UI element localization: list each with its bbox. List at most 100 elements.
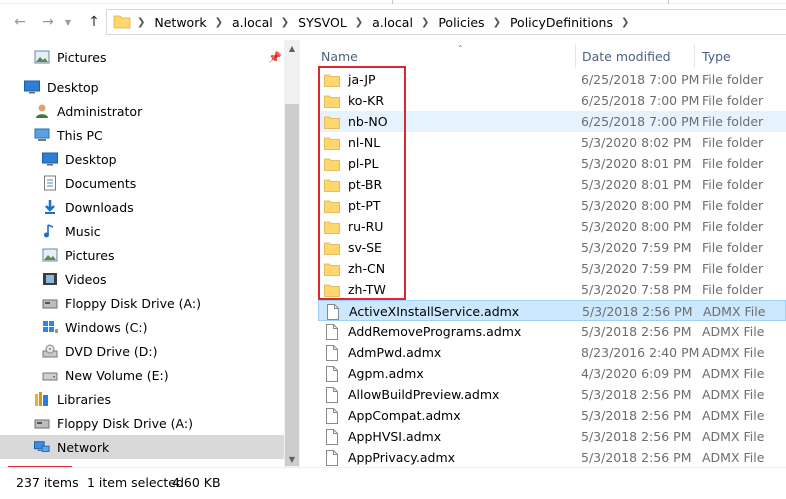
breadcrumb-item[interactable]: PolicyDefinitions — [510, 15, 613, 30]
file-icon — [325, 303, 341, 320]
floppy-icon — [42, 295, 58, 311]
breadcrumb-chevron-icon[interactable]: ❯ — [493, 17, 501, 28]
selection-size: 4.60 KB — [172, 475, 221, 490]
column-header-type[interactable]: Type — [702, 44, 782, 68]
type-cell: File folder — [702, 282, 764, 297]
libraries-icon — [34, 391, 50, 407]
date-modified-cell: 5/3/2020 8:00 PM — [581, 198, 692, 213]
file-name-cell: AdmPwd.admx — [324, 342, 441, 363]
file-icon — [324, 365, 340, 382]
nav-item-windows-c[interactable]: Windows (C:) — [0, 315, 284, 339]
nav-item-label: Videos — [65, 271, 107, 287]
file-icon — [324, 323, 340, 340]
date-modified-cell: 5/3/2018 2:56 PM — [581, 450, 692, 465]
breadcrumb-item[interactable]: SYSVOL — [298, 15, 347, 30]
table-row[interactable]: Agpm.admx 4/3/2020 6:09 PM ADMX File — [318, 363, 786, 384]
file-name-cell: AppHVSI.admx — [324, 426, 441, 447]
breadcrumb-chevron-icon[interactable]: ❯ — [215, 17, 223, 28]
nav-item-desktop[interactable]: Desktop — [0, 147, 284, 171]
file-name-cell: AppCompat.admx — [324, 405, 461, 426]
nav-item-label: Desktop — [65, 151, 117, 167]
breadcrumb-chevron-icon[interactable]: ❯ — [421, 17, 429, 28]
nav-item-libraries[interactable]: Libraries — [0, 387, 284, 411]
nav-item-downloads[interactable]: Downloads — [0, 195, 284, 219]
type-cell: File folder — [702, 219, 764, 234]
scroll-down-arrow-icon[interactable]: ▼ — [284, 451, 300, 467]
type-cell: File folder — [702, 156, 764, 171]
address-bar[interactable]: ❯ Network ❯ a.local ❯ SYSVOL ❯ a.local ❯ Policie… — [106, 9, 786, 35]
nav-item-desktop[interactable]: Desktop — [0, 75, 284, 99]
table-row[interactable]: AllowBuildPreview.admx 5/3/2018 2:56 PM AD… — [318, 384, 786, 405]
column-header-name[interactable]: ⌃ Name — [321, 44, 576, 68]
nav-item-this-pc[interactable]: This PC — [0, 123, 284, 147]
breadcrumb-item[interactable]: Policies — [438, 15, 484, 30]
file-name-cell: AddRemovePrograms.admx — [324, 321, 521, 342]
table-row[interactable]: AdmPwd.admx 8/23/2016 2:40 PM ADMX File — [318, 342, 786, 363]
documents-icon — [42, 175, 58, 191]
date-modified-cell: 5/3/2020 7:58 PM — [581, 282, 692, 297]
nav-item-videos[interactable]: Videos — [0, 267, 284, 291]
folder-icon — [113, 13, 131, 32]
nav-item-label: Documents — [65, 175, 137, 191]
nav-item-music[interactable]: Music — [0, 219, 284, 243]
nav-item-pictures[interactable]: Pictures — [0, 243, 284, 267]
breadcrumb-chevron-icon[interactable]: ❯ — [355, 17, 363, 28]
type-cell: ADMX File — [702, 324, 765, 339]
nav-item-pictures[interactable]: Pictures — [0, 45, 284, 69]
date-modified-cell: 5/3/2020 7:59 PM — [581, 261, 692, 276]
arrow-right-icon: → — [42, 14, 54, 30]
breadcrumb-item[interactable]: a.local — [372, 15, 413, 30]
back-button[interactable]: ← — [10, 12, 30, 32]
column-header-date[interactable]: Date modified — [582, 44, 692, 68]
nav-item-dvd-drive-d[interactable]: DVD Drive (D:) — [0, 339, 284, 363]
nav-item-label: Downloads — [65, 199, 134, 215]
item-count: 237 items — [16, 475, 79, 490]
nav-item-label: Music — [65, 223, 101, 239]
scrollbar-thumb[interactable] — [285, 104, 299, 466]
downloads-icon — [42, 199, 58, 215]
user-icon — [34, 103, 50, 119]
type-cell: File folder — [702, 114, 764, 129]
file-name: AllowBuildPreview.admx — [348, 387, 500, 402]
date-modified-cell: 8/23/2016 2:40 PM — [581, 345, 700, 360]
nav-item-floppy-disk-drive-a[interactable]: Floppy Disk Drive (A:) — [0, 411, 284, 435]
nav-item-label: Administrator — [57, 103, 143, 119]
breadcrumb-chevron-icon[interactable]: ❯ — [621, 17, 629, 28]
column-divider[interactable] — [694, 44, 695, 68]
date-modified-cell: 4/3/2020 6:09 PM — [581, 366, 692, 381]
breadcrumb-item[interactable]: a.local — [232, 15, 273, 30]
nav-item-network[interactable]: Network — [0, 435, 284, 459]
date-modified-cell: 5/3/2020 7:59 PM — [581, 240, 692, 255]
nav-item-floppy-disk-drive-a[interactable]: Floppy Disk Drive (A:) — [0, 291, 284, 315]
type-cell: ADMX File — [702, 387, 765, 402]
music-icon — [42, 223, 58, 239]
table-row[interactable]: ActiveXInstallService.admx 5/3/2018 2:56 … — [318, 300, 786, 321]
type-cell: ADMX File — [702, 345, 765, 360]
breadcrumb-item[interactable]: Network — [154, 15, 206, 30]
column-divider[interactable] — [575, 44, 576, 68]
network-icon — [34, 439, 50, 455]
nav-item-administrator[interactable]: Administrator — [0, 99, 284, 123]
computer-icon — [34, 127, 50, 143]
file-name-cell: Agpm.admx — [324, 363, 424, 384]
nav-item-label: Floppy Disk Drive (A:) — [65, 295, 201, 311]
forward-button[interactable]: → — [38, 12, 58, 32]
table-row[interactable]: AppPrivacy.admx 5/3/2018 2:56 PM ADMX File — [318, 447, 786, 467]
scroll-up-arrow-icon[interactable]: ▲ — [284, 40, 300, 56]
recent-locations-button[interactable]: ▼ — [62, 12, 74, 32]
breadcrumb-separator[interactable]: ❯ — [137, 17, 154, 28]
table-row[interactable]: AddRemovePrograms.admx 5/3/2018 2:56 PM AD… — [318, 321, 786, 342]
date-modified-cell: 6/25/2018 7:00 PM — [581, 93, 700, 108]
type-cell: ADMX File — [702, 450, 765, 465]
nav-item-new-volume-e[interactable]: New Volume (E:) — [0, 363, 284, 387]
up-button[interactable]: ↑ — [84, 12, 104, 32]
breadcrumb-chevron-icon[interactable]: ❯ — [281, 17, 289, 28]
type-cell: ADMX File — [702, 366, 765, 381]
nav-pane-scrollbar[interactable]: ▲ ▼ — [284, 40, 300, 467]
table-row[interactable]: AppHVSI.admx 5/3/2018 2:56 PM ADMX File — [318, 426, 786, 447]
table-row[interactable]: AppCompat.admx 5/3/2018 2:56 PM ADMX File — [318, 405, 786, 426]
nav-item-documents[interactable]: Documents — [0, 171, 284, 195]
date-modified-cell: 5/3/2018 2:56 PM — [581, 324, 692, 339]
nav-item-label: This PC — [57, 127, 103, 143]
navigation-pane: 📌 Pictures Desktop Administrator This PC Des… — [0, 40, 300, 467]
